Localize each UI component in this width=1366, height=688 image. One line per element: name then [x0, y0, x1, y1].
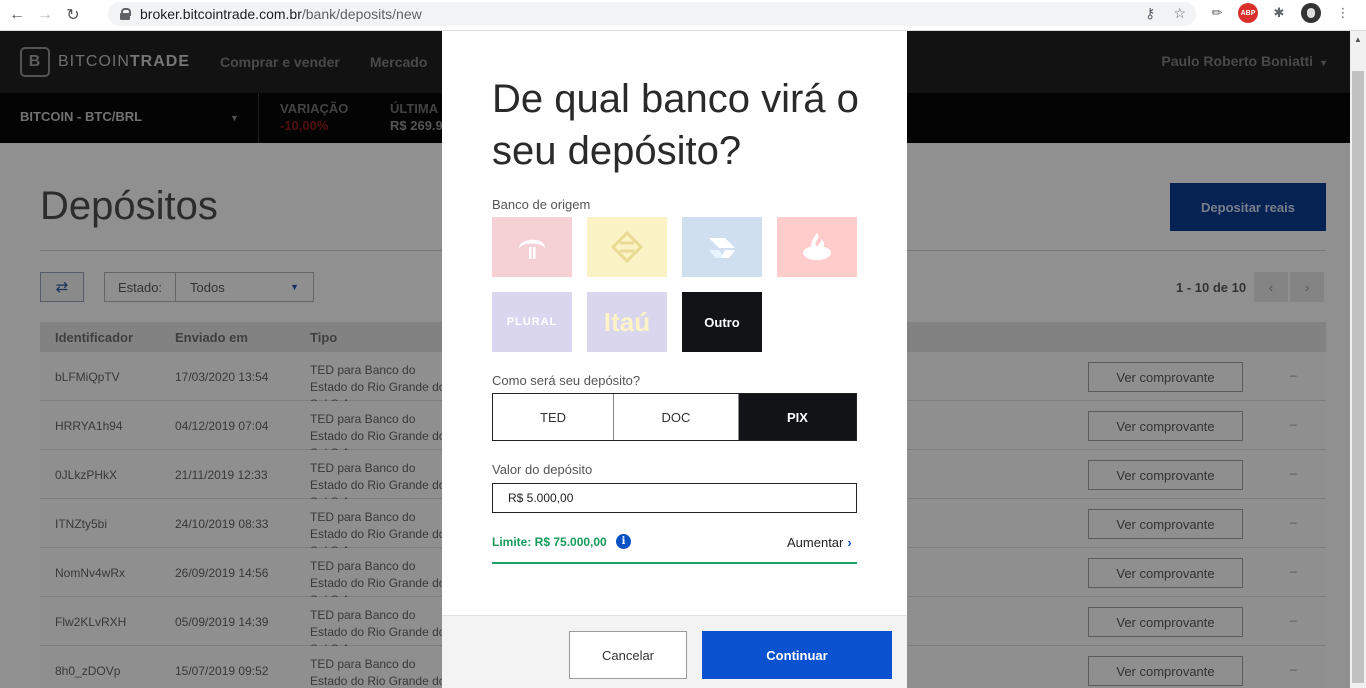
reload-icon[interactable]: ↻	[62, 4, 84, 26]
bank-banco-do-brasil[interactable]	[587, 217, 667, 277]
bradesco-icon	[519, 239, 545, 259]
increase-label: Aumentar	[787, 535, 844, 550]
method-doc[interactable]: DOC	[614, 394, 739, 440]
eyedropper-icon[interactable]: ✏	[1207, 3, 1227, 23]
key-icon[interactable]: ⚷	[1145, 5, 1155, 22]
deposit-modal: De qual banco virá o seu depósito? Banco…	[442, 31, 907, 688]
lock-icon	[120, 8, 131, 20]
bank-outro[interactable]: Outro	[682, 292, 762, 352]
origin-bank-label: Banco de origem	[492, 197, 591, 212]
limit-text: Limite: R$ 75.000,00	[492, 535, 607, 549]
deposit-method-label: Como será seu depósito?	[492, 373, 641, 388]
itau-label: Itaú	[603, 306, 651, 337]
banco-do-brasil-icon	[610, 230, 644, 264]
scroll-up-icon[interactable]: ▲	[1354, 35, 1362, 44]
santander-flame-icon	[803, 233, 831, 260]
bank-caixa[interactable]	[682, 217, 762, 277]
back-icon[interactable]: ←	[6, 4, 28, 26]
modal-title: De qual banco virá o seu depósito?	[492, 77, 859, 173]
caixa-icon	[709, 238, 735, 258]
scrollbar[interactable]: ▲	[1350, 31, 1366, 688]
continue-button[interactable]: Continuar	[702, 631, 892, 679]
bank-bradesco[interactable]	[492, 217, 572, 277]
cancel-button[interactable]: Cancelar	[569, 631, 687, 679]
more-icon[interactable]: ⋮	[1333, 3, 1353, 23]
outro-label: Outro	[704, 314, 740, 330]
deposit-method-selector: TED DOC PIX	[492, 393, 857, 441]
modal-footer: Cancelar Continuar	[442, 615, 907, 688]
browser-toolbar: ← → ↻ broker.bitcointrade.com.br/bank/de…	[0, 0, 1366, 31]
increase-limit-link[interactable]: Aumentar ›	[787, 535, 852, 550]
star-icon[interactable]: ☆	[1173, 5, 1186, 22]
limit-progress-bar	[492, 562, 857, 564]
info-icon[interactable]: i	[616, 534, 631, 549]
bank-itau[interactable]: Itaú	[587, 292, 667, 352]
plural-label: PLURAL	[506, 316, 558, 328]
amount-input[interactable]	[492, 483, 857, 513]
url-host: broker.bitcointrade.com.br	[140, 6, 302, 22]
bank-plural[interactable]: PLURAL	[492, 292, 572, 352]
chevron-right-icon: ›	[847, 535, 852, 550]
amount-label: Valor do depósito	[492, 462, 593, 477]
method-ted[interactable]: TED	[493, 394, 614, 440]
forward-icon[interactable]: →	[34, 4, 56, 26]
abp-icon[interactable]: ABP	[1238, 3, 1258, 23]
avatar-icon[interactable]	[1301, 3, 1321, 23]
puzzle-icon[interactable]: ✱	[1269, 3, 1289, 23]
method-pix[interactable]: PIX	[739, 394, 856, 440]
scrollbar-thumb[interactable]	[1352, 71, 1364, 683]
url-path: /bank/deposits/new	[301, 6, 422, 22]
bank-santander[interactable]	[777, 217, 857, 277]
address-bar[interactable]: broker.bitcointrade.com.br/bank/deposits…	[108, 2, 1196, 26]
